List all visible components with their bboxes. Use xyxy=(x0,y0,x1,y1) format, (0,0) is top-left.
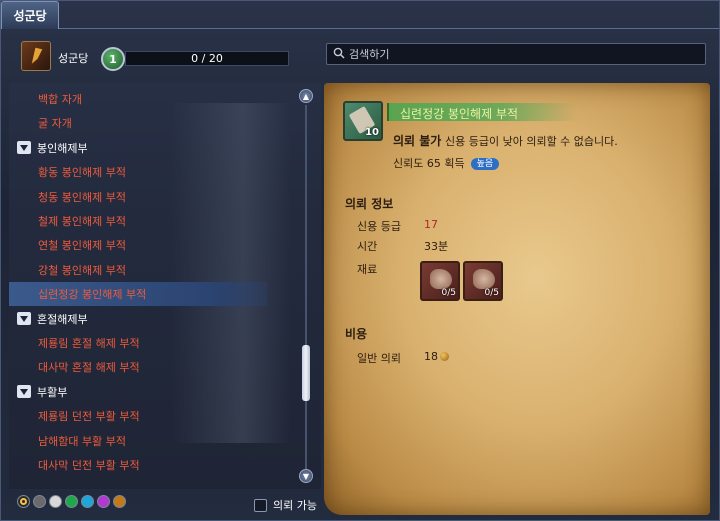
window-title: 성군당 xyxy=(13,9,47,23)
search-icon xyxy=(333,47,345,62)
list-item-label: 혼절해제부 xyxy=(37,312,88,326)
category-header[interactable]: 부활부 xyxy=(9,380,279,404)
list-item-label: 남해함대 부활 부적 xyxy=(38,434,126,448)
scroll-down-button[interactable]: ▼ xyxy=(299,469,313,483)
guild-name: 성군당 xyxy=(58,52,89,65)
list-item[interactable]: 연철 봉인해제 부적 xyxy=(9,233,279,257)
material-count: 0/5 xyxy=(441,288,456,298)
time-label: 시간 xyxy=(357,240,378,253)
available-label: 의뢰 가능 xyxy=(273,499,317,512)
list-scrollbar[interactable]: ▲ ▼ xyxy=(299,89,313,485)
grade-color-dot[interactable] xyxy=(17,495,30,508)
header: 성군당 1 0 / 20 xyxy=(1,29,720,79)
list-item[interactable]: 남해함대 부활 부적 xyxy=(9,429,279,453)
cost-label: 일반 의뢰 xyxy=(357,352,401,365)
credit-label: 신용 등급 xyxy=(357,220,401,233)
time-value: 33분 xyxy=(424,240,449,253)
collapse-toggle-icon[interactable] xyxy=(17,385,31,399)
list-item-label: 제룡림 혼절 해제 부적 xyxy=(38,337,140,350)
reputation-progress-bar: 0 / 20 xyxy=(125,51,289,66)
status-reason: 신용 등급이 낮아 의뢰할 수 없습니다. xyxy=(445,135,618,148)
collapse-toggle-icon[interactable] xyxy=(17,141,31,155)
list-item-label: 제룡림 던전 부활 부적 xyxy=(38,410,140,424)
search-box[interactable] xyxy=(326,43,706,65)
grade-filter-dots xyxy=(17,495,126,508)
category-header[interactable]: 봉인해제부 xyxy=(9,136,279,160)
window-title-tab[interactable]: 성군당 xyxy=(1,1,59,29)
list-item[interactable]: 황동 봉인해제 부적 xyxy=(9,160,279,184)
progress-text: 0 / 20 xyxy=(191,52,223,65)
credit-value: 17 xyxy=(424,218,438,231)
trust-badge: 높음 xyxy=(470,158,500,170)
cost-value: 18 xyxy=(424,350,438,363)
list-item-label: 연철 봉인해제 부적 xyxy=(38,239,126,253)
list-item-label: 부활부 xyxy=(37,385,68,399)
trust-line: 신뢰도 65 획득 높음 xyxy=(393,155,500,171)
level-badge: 1 xyxy=(101,47,125,71)
trust-text: 신뢰도 65 획득 xyxy=(393,157,465,170)
guild-emblem-icon xyxy=(21,41,51,71)
scroll-thumb[interactable] xyxy=(302,345,310,401)
info-heading: 의뢰 정보 xyxy=(345,197,394,211)
list-item[interactable]: 대사막 던전 부활 부적 xyxy=(9,453,279,477)
scroll-up-button[interactable]: ▲ xyxy=(299,89,313,103)
detail-panel: 10 십련정강 봉인해제 부적 의뢰 불가 신용 등급이 낮아 의뢰할 수 없습… xyxy=(324,83,710,515)
list-item-label: 굴 자개 xyxy=(38,117,72,131)
material-slot-1[interactable]: 0/5 xyxy=(420,261,460,301)
list-item-label: 강철 봉인해제 부적 xyxy=(38,263,126,277)
list-item[interactable]: 제룡림 혼절 해제 부적 xyxy=(9,331,279,355)
list-item-label: 황동 봉인해제 부적 xyxy=(38,166,126,180)
guild-window: 성군당 성군당 1 0 / 20 백합 자개굴 자개봉인해제부황동 봉인해제 부… xyxy=(0,0,720,521)
available-checkbox[interactable] xyxy=(254,498,267,512)
material-icon xyxy=(473,269,495,289)
list-item[interactable]: 십련정강 봉인해제 부적 xyxy=(9,282,267,307)
grade-color-dot[interactable] xyxy=(97,495,110,508)
grade-color-dot[interactable] xyxy=(65,495,78,508)
cost-line: 18 xyxy=(424,350,449,363)
list-item[interactable]: 굴 자개 xyxy=(9,111,279,135)
list-item[interactable]: 대사막 혼절 해제 부적 xyxy=(9,355,279,379)
list-item[interactable]: 백합 자개 xyxy=(9,87,279,111)
scroll-track[interactable] xyxy=(305,105,307,469)
list-item-label: 봉인해제부 xyxy=(37,141,88,155)
category-header[interactable]: 혼절해제부 xyxy=(9,307,279,331)
list-item-label: 청동 봉인해제 부적 xyxy=(38,190,126,204)
list-item-label: 대사막 던전 부활 부적 xyxy=(38,459,140,472)
list-item-label: 십련정강 봉인해제 부적 xyxy=(38,288,147,302)
cost-heading: 비용 xyxy=(345,327,368,341)
grade-color-dot[interactable] xyxy=(49,495,62,508)
available-filter[interactable]: 의뢰 가능 xyxy=(254,497,317,513)
item-title: 십련정강 봉인해제 부적 xyxy=(400,107,519,121)
copper-coin-icon xyxy=(440,352,449,361)
status-label: 의뢰 불가 xyxy=(393,134,442,148)
list-item[interactable]: 강철 봉인해제 부적 xyxy=(9,258,279,282)
list-item[interactable]: 철제 봉인해제 부적 xyxy=(9,209,279,233)
material-slot-2[interactable]: 0/5 xyxy=(463,261,503,301)
material-icon xyxy=(430,269,452,289)
list-item[interactable]: 청동 봉인해제 부적 xyxy=(9,185,279,209)
list-item-label: 대사막 혼절 해제 부적 xyxy=(38,361,140,375)
item-count: 10 xyxy=(365,127,379,138)
material-count: 0/5 xyxy=(484,288,499,298)
request-list: 백합 자개굴 자개봉인해제부황동 봉인해제 부적청동 봉인해제 부적철제 봉인해… xyxy=(9,83,321,489)
grade-color-dot[interactable] xyxy=(113,495,126,508)
grade-color-dot[interactable] xyxy=(81,495,94,508)
search-input[interactable] xyxy=(349,47,679,61)
grade-color-dot[interactable] xyxy=(33,495,46,508)
material-label: 재료 xyxy=(357,263,378,276)
item-icon[interactable]: 10 xyxy=(343,101,383,141)
list-item-label: 철제 봉인해제 부적 xyxy=(38,215,126,228)
list-item-label: 백합 자개 xyxy=(38,93,82,106)
list-item[interactable]: 제룡림 던전 부활 부적 xyxy=(9,404,279,428)
collapse-toggle-icon[interactable] xyxy=(17,312,31,326)
